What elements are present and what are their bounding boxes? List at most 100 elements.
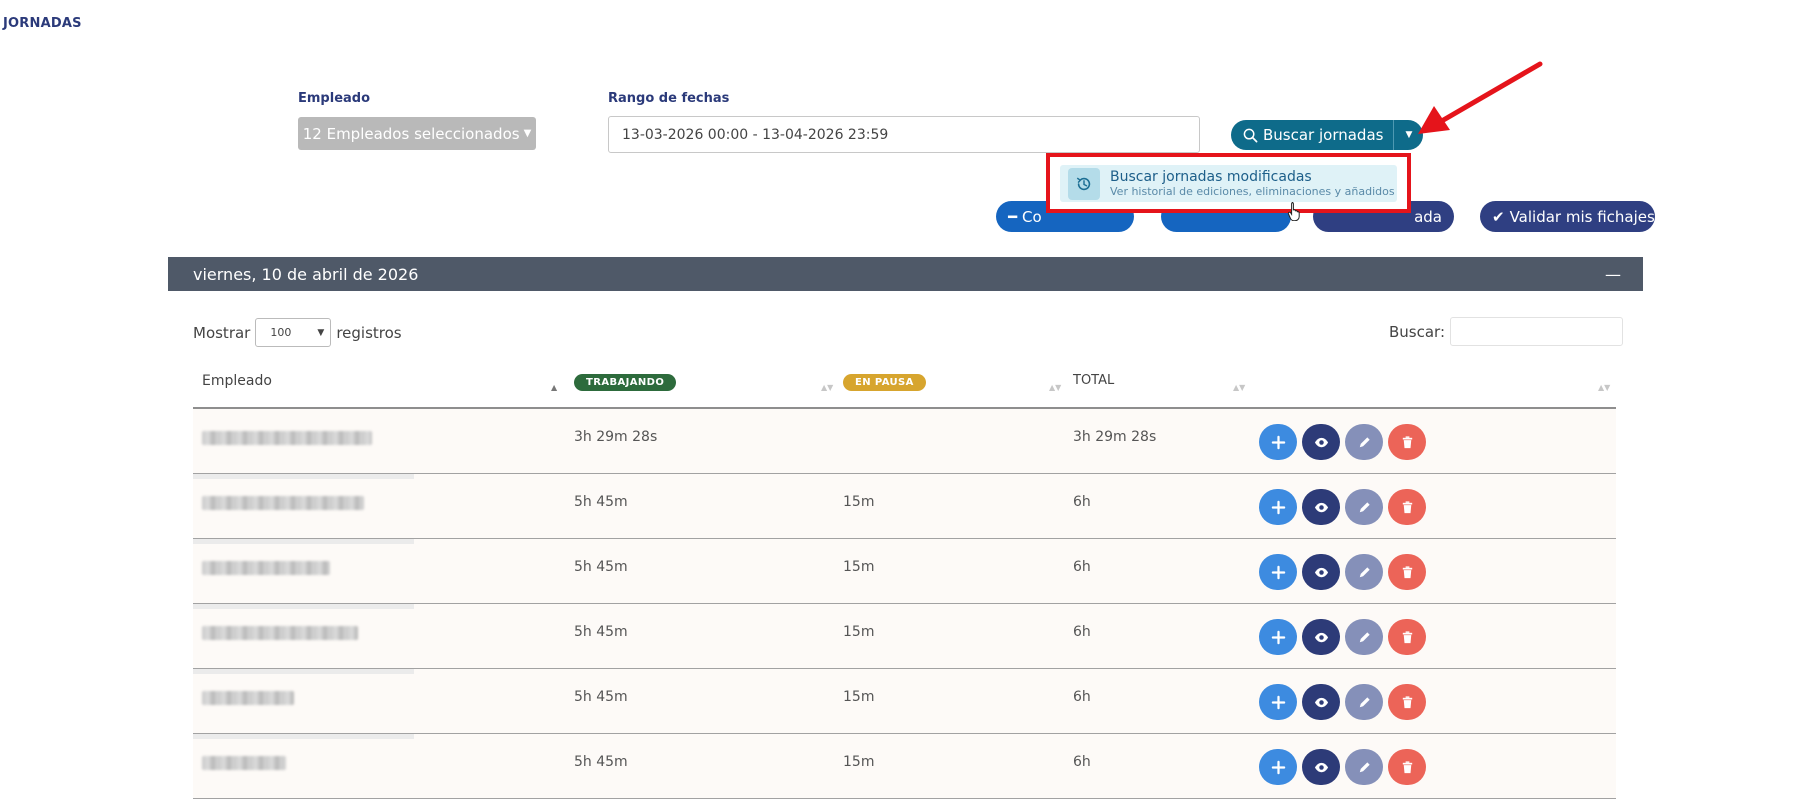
trash-icon — [1402, 695, 1412, 708]
total-cell: 6h — [1073, 494, 1091, 510]
row-separator — [193, 734, 414, 739]
page-length-value: 100 — [270, 326, 292, 339]
add-button[interactable] — [1259, 424, 1297, 460]
row-actions — [1259, 749, 1426, 785]
table-row: 3h 29m 28s 3h 29m 28s — [193, 409, 1616, 474]
add-button[interactable] — [1259, 489, 1297, 525]
add-button[interactable] — [1259, 749, 1297, 785]
col-working[interactable]: TRABAJANDO — [574, 373, 677, 391]
view-button[interactable] — [1302, 749, 1340, 785]
working-cell: 5h 45m — [574, 494, 628, 510]
add-button[interactable] — [1259, 554, 1297, 590]
edit-button[interactable] — [1345, 489, 1383, 525]
employee-name-redacted — [202, 626, 358, 640]
employee-select-value: 12 Empleados seleccionados — [302, 124, 520, 143]
search-jornadas-button[interactable]: Buscar jornadas — [1231, 120, 1395, 150]
trash-icon — [1402, 500, 1412, 513]
employee-label: Empleado — [298, 91, 371, 106]
delete-button[interactable] — [1388, 684, 1426, 720]
pencil-icon — [1359, 696, 1370, 707]
table-search-input[interactable] — [1450, 317, 1624, 346]
employee-name-redacted — [202, 496, 364, 510]
day-section-header[interactable]: viernes, 10 de abril de 2026 — — [168, 257, 1643, 291]
red-arrow-annotation — [1418, 61, 1543, 134]
edit-button[interactable] — [1345, 684, 1383, 720]
view-button[interactable] — [1302, 424, 1340, 460]
edit-button[interactable] — [1345, 749, 1383, 785]
delete-button[interactable] — [1388, 619, 1426, 655]
col-employee[interactable]: Empleado — [202, 373, 272, 389]
delete-button[interactable] — [1388, 424, 1426, 460]
plus-icon — [1271, 565, 1285, 579]
row-actions — [1259, 489, 1426, 525]
employee-name-redacted — [202, 691, 294, 705]
date-range-label: Rango de fechas — [608, 91, 730, 106]
total-cell: 6h — [1073, 754, 1091, 770]
plus-icon — [1271, 435, 1285, 449]
row-actions — [1259, 424, 1426, 460]
paused-cell: 15m — [843, 624, 875, 640]
delete-button[interactable] — [1388, 489, 1426, 525]
row-separator — [193, 539, 414, 544]
view-button[interactable] — [1302, 619, 1340, 655]
trash-icon — [1402, 630, 1412, 643]
show-label: Mostrar — [193, 323, 251, 342]
jornadas-table: Empleado ▲ TRABAJANDO ▲▼ EN PAUSA ▲▼ TOT… — [193, 365, 1616, 799]
table-header: Empleado ▲ TRABAJANDO ▲▼ EN PAUSA ▲▼ TOT… — [193, 365, 1616, 409]
sort-icon: ▲▼ — [1598, 383, 1611, 392]
minus-icon: ━ — [1008, 207, 1018, 226]
working-cell: 5h 45m — [574, 754, 628, 770]
edit-button[interactable] — [1345, 424, 1383, 460]
plus-icon — [1271, 500, 1285, 514]
delete-button[interactable] — [1388, 554, 1426, 590]
col-paused[interactable]: EN PAUSA — [843, 373, 926, 391]
working-cell: 5h 45m — [574, 689, 628, 705]
employee-select[interactable]: 12 Empleados seleccionados ▼ — [298, 117, 536, 150]
plus-icon — [1271, 630, 1285, 644]
working-badge: TRABAJANDO — [574, 374, 677, 391]
delete-button[interactable] — [1388, 749, 1426, 785]
edit-button[interactable] — [1345, 554, 1383, 590]
trash-icon — [1402, 565, 1412, 578]
add-button[interactable] — [1259, 619, 1297, 655]
sort-icon: ▲▼ — [1233, 383, 1246, 392]
table-row: 5h 45m 15m 6h — [193, 734, 1616, 799]
table-search-label: Buscar: — [1389, 322, 1446, 341]
edit-button[interactable] — [1345, 619, 1383, 655]
plus-icon — [1271, 695, 1285, 709]
paused-cell: 15m — [843, 494, 875, 510]
eye-icon — [1314, 697, 1328, 707]
view-button[interactable] — [1302, 554, 1340, 590]
row-actions — [1259, 684, 1426, 720]
search-jornadas-label: Buscar jornadas — [1263, 126, 1384, 144]
history-icon — [1068, 167, 1100, 200]
chevron-down-icon: ▼ — [317, 327, 325, 338]
collapse-icon[interactable]: — — [1605, 265, 1621, 284]
page-length-control: Mostrar 100 ▼ registros — [193, 318, 402, 347]
view-button[interactable] — [1302, 489, 1340, 525]
search-icon — [1243, 128, 1258, 142]
table-row: 5h 45m 15m 6h — [193, 669, 1616, 734]
pencil-icon — [1359, 501, 1370, 512]
employee-name-redacted — [202, 756, 286, 770]
total-cell: 3h 29m 28s — [1073, 429, 1157, 445]
add-button[interactable] — [1259, 684, 1297, 720]
table-search-control: Buscar: — [1389, 317, 1624, 346]
row-separator — [193, 474, 414, 479]
dropdown-item-subtitle: Ver historial de ediciones, eliminacione… — [1110, 184, 1395, 198]
total-cell: 6h — [1073, 624, 1091, 640]
dropdown-menu: Buscar jornadas modificadas Ver historia… — [1046, 153, 1411, 213]
eye-icon — [1314, 632, 1328, 642]
plus-icon — [1271, 760, 1285, 774]
page-title: JORNADAS — [3, 16, 82, 31]
page-length-select[interactable]: 100 ▼ — [255, 318, 332, 347]
col-total[interactable]: TOTAL — [1073, 373, 1114, 388]
pencil-icon — [1359, 436, 1370, 447]
view-button[interactable] — [1302, 684, 1340, 720]
date-range-input[interactable]: 13-03-2026 00:00 - 13-04-2026 23:59 — [608, 116, 1200, 153]
validate-button[interactable]: ✔ Validar mis fichajes — [1480, 201, 1655, 232]
table-row: 5h 45m 15m 6h — [193, 474, 1616, 539]
validate-label: Validar mis fichajes — [1509, 207, 1655, 226]
search-modified-jornadas-item[interactable]: Buscar jornadas modificadas Ver historia… — [1060, 165, 1397, 202]
pencil-icon — [1359, 761, 1370, 772]
